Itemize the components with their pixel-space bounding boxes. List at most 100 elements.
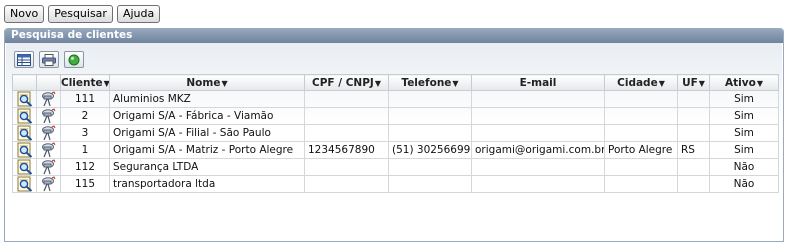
cell-nome: Aluminios MKZ bbox=[109, 90, 305, 108]
cell-nome: Origami S/A - Fábrica - Viamão bbox=[109, 107, 305, 125]
edit-row-button[interactable] bbox=[12, 141, 37, 159]
cell-cidade bbox=[604, 124, 678, 142]
header-telefone[interactable]: Telefone▼ bbox=[388, 74, 472, 91]
cell-cidade bbox=[604, 158, 678, 176]
row-action-button[interactable] bbox=[36, 107, 61, 125]
sort-arrow-icon: ▼ bbox=[374, 78, 381, 88]
edit-row-button[interactable] bbox=[12, 107, 37, 125]
grid-view-icon bbox=[17, 53, 31, 66]
cell-cliente: 111 bbox=[60, 90, 110, 108]
sort-arrow-icon: ▼ bbox=[452, 78, 459, 88]
edit-row-button[interactable] bbox=[12, 90, 37, 108]
cell-email: origami@origami.com.br bbox=[471, 141, 605, 159]
cell-email bbox=[471, 124, 605, 142]
header-cpf[interactable]: CPF / CNPJ▼ bbox=[304, 74, 389, 91]
magnifier-edit-icon bbox=[17, 176, 32, 192]
novo-button[interactable]: Novo bbox=[4, 5, 45, 23]
cell-ativo: Não bbox=[709, 175, 779, 193]
row-action-button[interactable] bbox=[36, 90, 61, 108]
cell-cliente: 2 bbox=[60, 107, 110, 125]
sort-arrow-icon: ▼ bbox=[103, 78, 110, 88]
cell-cpf bbox=[304, 107, 389, 125]
cell-cidade bbox=[604, 107, 678, 125]
sort-arrow-icon: ▼ bbox=[698, 78, 705, 88]
telescope-icon bbox=[41, 142, 55, 158]
table-row[interactable]: 112 Segurança LTDA Não bbox=[12, 158, 779, 176]
print-button[interactable] bbox=[39, 51, 59, 68]
cell-cidade bbox=[604, 175, 678, 193]
panel-title: Pesquisa de clientes bbox=[5, 29, 783, 43]
row-action-button[interactable] bbox=[36, 141, 61, 159]
cell-uf bbox=[677, 107, 710, 125]
green-circle-icon bbox=[68, 54, 80, 65]
table-row[interactable]: 2 Origami S/A - Fábrica - Viamão Sim bbox=[12, 107, 779, 125]
row-action-button[interactable] bbox=[36, 124, 61, 142]
edit-row-button[interactable] bbox=[12, 124, 37, 142]
cell-telefone bbox=[388, 175, 472, 193]
header-action bbox=[36, 74, 61, 91]
search-panel: Pesquisa de clientes Cliente▼ Nome▼ CPF … bbox=[4, 28, 784, 242]
cell-cliente: 3 bbox=[60, 124, 110, 142]
cell-nome: Segurança LTDA bbox=[109, 158, 305, 176]
cell-ativo: Sim bbox=[709, 107, 779, 125]
ajuda-button[interactable]: Ajuda bbox=[116, 5, 161, 23]
grid-view-button[interactable] bbox=[14, 51, 34, 68]
header-uf[interactable]: UF▼ bbox=[677, 74, 710, 91]
cell-cidade bbox=[604, 90, 678, 108]
header-email[interactable]: E-mail bbox=[471, 74, 605, 91]
table-row[interactable]: 3 Origami S/A - Filial - São Paulo Sim bbox=[12, 124, 779, 142]
cell-uf bbox=[677, 158, 710, 176]
telescope-icon bbox=[41, 125, 55, 141]
cell-telefone: (51) 30256699 bbox=[388, 141, 472, 159]
cell-email bbox=[471, 175, 605, 193]
cell-uf bbox=[677, 175, 710, 193]
cell-email bbox=[471, 90, 605, 108]
cell-telefone bbox=[388, 90, 472, 108]
table-row[interactable]: 115 transportadora ltda Não bbox=[12, 175, 779, 193]
header-cliente[interactable]: Cliente▼ bbox=[60, 74, 110, 91]
pesquisar-button[interactable]: Pesquisar bbox=[48, 5, 113, 23]
header-ativo[interactable]: Ativo▼ bbox=[709, 74, 779, 91]
cell-uf bbox=[677, 124, 710, 142]
cell-ativo: Sim bbox=[709, 141, 779, 159]
telescope-icon bbox=[41, 108, 55, 124]
cell-email bbox=[471, 107, 605, 125]
refresh-button[interactable] bbox=[64, 51, 84, 68]
row-action-button[interactable] bbox=[36, 158, 61, 176]
cell-cliente: 112 bbox=[60, 158, 110, 176]
table-row[interactable]: 111 Aluminios MKZ Sim bbox=[12, 90, 779, 108]
cell-email bbox=[471, 158, 605, 176]
telescope-icon bbox=[41, 159, 55, 175]
table-row[interactable]: 1 Origami S/A - Matriz - Porto Alegre 1234… bbox=[12, 141, 779, 159]
sort-arrow-icon: ▼ bbox=[658, 78, 665, 88]
magnifier-edit-icon bbox=[17, 91, 32, 107]
printer-icon bbox=[42, 53, 56, 66]
magnifier-edit-icon bbox=[17, 125, 32, 141]
cell-cliente: 115 bbox=[60, 175, 110, 193]
cell-ativo: Sim bbox=[709, 90, 779, 108]
magnifier-edit-icon bbox=[17, 142, 32, 158]
cell-cidade: Porto Alegre bbox=[604, 141, 678, 159]
cell-cpf bbox=[304, 90, 389, 108]
cell-ativo: Sim bbox=[709, 124, 779, 142]
row-action-button[interactable] bbox=[36, 175, 61, 193]
edit-row-button[interactable] bbox=[12, 175, 37, 193]
header-edit bbox=[12, 74, 37, 91]
sort-arrow-icon: ▼ bbox=[221, 78, 228, 88]
panel-body: Cliente▼ Nome▼ CPF / CNPJ▼ Telefone▼ E-m… bbox=[6, 43, 782, 241]
header-cidade[interactable]: Cidade▼ bbox=[604, 74, 678, 91]
cell-cpf bbox=[304, 175, 389, 193]
grid-toolbar bbox=[14, 51, 84, 68]
cell-uf: RS bbox=[677, 141, 710, 159]
cell-cpf bbox=[304, 158, 389, 176]
telescope-icon bbox=[41, 91, 55, 107]
cell-cpf: 1234567890 bbox=[304, 141, 389, 159]
header-nome[interactable]: Nome▼ bbox=[109, 74, 305, 91]
cell-ativo: Não bbox=[709, 158, 779, 176]
cell-telefone bbox=[388, 124, 472, 142]
cell-nome: Origami S/A - Filial - São Paulo bbox=[109, 124, 305, 142]
edit-row-button[interactable] bbox=[12, 158, 37, 176]
results-table: Cliente▼ Nome▼ CPF / CNPJ▼ Telefone▼ E-m… bbox=[12, 74, 779, 193]
telescope-icon bbox=[41, 176, 55, 192]
cell-cliente: 1 bbox=[60, 141, 110, 159]
